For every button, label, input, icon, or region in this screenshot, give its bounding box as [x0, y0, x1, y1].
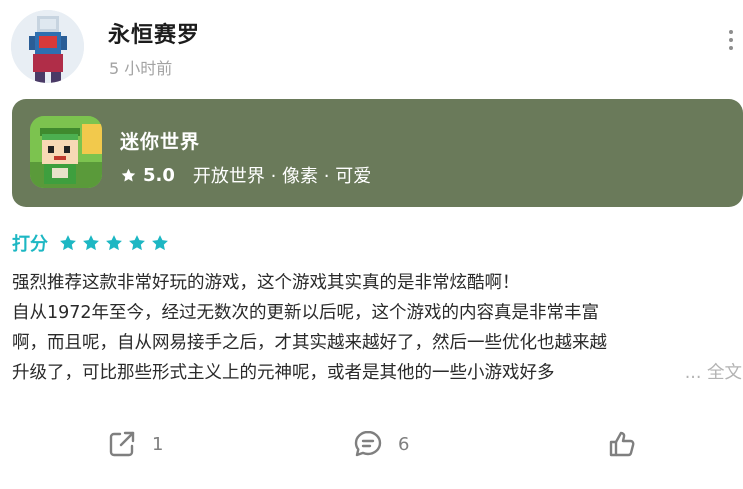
game-card[interactable]: 迷你世界 5.0 开放世界 · 像素 · 可爱: [12, 99, 743, 207]
game-meta: 5.0 开放世界 · 像素 · 可爱: [120, 162, 371, 188]
review-post: 永恒赛罗 5 小时前 迷你世界 5.0 开放世界 · 像素 · 可爱 打分 强烈…: [0, 0, 743, 489]
more-options-icon[interactable]: [722, 26, 740, 54]
score-label: 打分: [12, 234, 48, 255]
score-star-icon: [129, 235, 145, 251]
expand-full-text-link[interactable]: ... 全文: [624, 358, 742, 388]
review-line: 自从1972年至今，经过无数次的更新以后呢，这个游戏的内容真是非常丰富: [12, 303, 600, 323]
score-stars: [58, 233, 170, 253]
review-line-last: 升级了，可比那些形式主义上的元神呢，或者是其他的一些小游戏好多 ... 全文: [12, 358, 742, 388]
comment-count: 6: [398, 433, 410, 455]
game-tags: 开放世界 · 像素 · 可爱: [192, 166, 372, 187]
review-line: 啊，而且呢，自从网易接手之后，才其实越来越好了，然后一些优化也越来越: [12, 333, 607, 353]
share-count: 1: [152, 433, 164, 455]
share-button[interactable]: 1: [106, 428, 163, 460]
thumbs-up-icon: [609, 431, 635, 457]
game-icon: [30, 116, 102, 188]
score-star-icon: [60, 235, 76, 251]
share-icon: [109, 431, 135, 457]
star-icon: [121, 168, 136, 182]
comment-button[interactable]: 6: [352, 428, 409, 460]
avatar[interactable]: [11, 10, 84, 83]
like-button[interactable]: [606, 428, 638, 460]
score-star-icon: [106, 235, 122, 251]
score-star-icon: [152, 235, 168, 251]
review-line: 强烈推荐这款非常好玩的游戏，这个游戏其实真的是非常炫酷啊！: [12, 273, 520, 293]
review-line: 升级了，可比那些形式主义上的元神呢，或者是其他的一些小游戏好多: [12, 363, 555, 383]
score-row: 打分: [12, 230, 170, 256]
review-text[interactable]: 强烈推荐这款非常好玩的游戏，这个游戏其实真的是非常炫酷啊！ 自从1972年至今，…: [12, 268, 742, 388]
username[interactable]: 永恒赛罗: [108, 17, 200, 49]
post-timestamp: 5 小时前: [109, 59, 173, 78]
comment-icon: [354, 430, 382, 457]
score-star-icon: [83, 235, 99, 251]
game-rating: 5.0: [143, 164, 175, 186]
game-name: 迷你世界: [120, 131, 201, 153]
